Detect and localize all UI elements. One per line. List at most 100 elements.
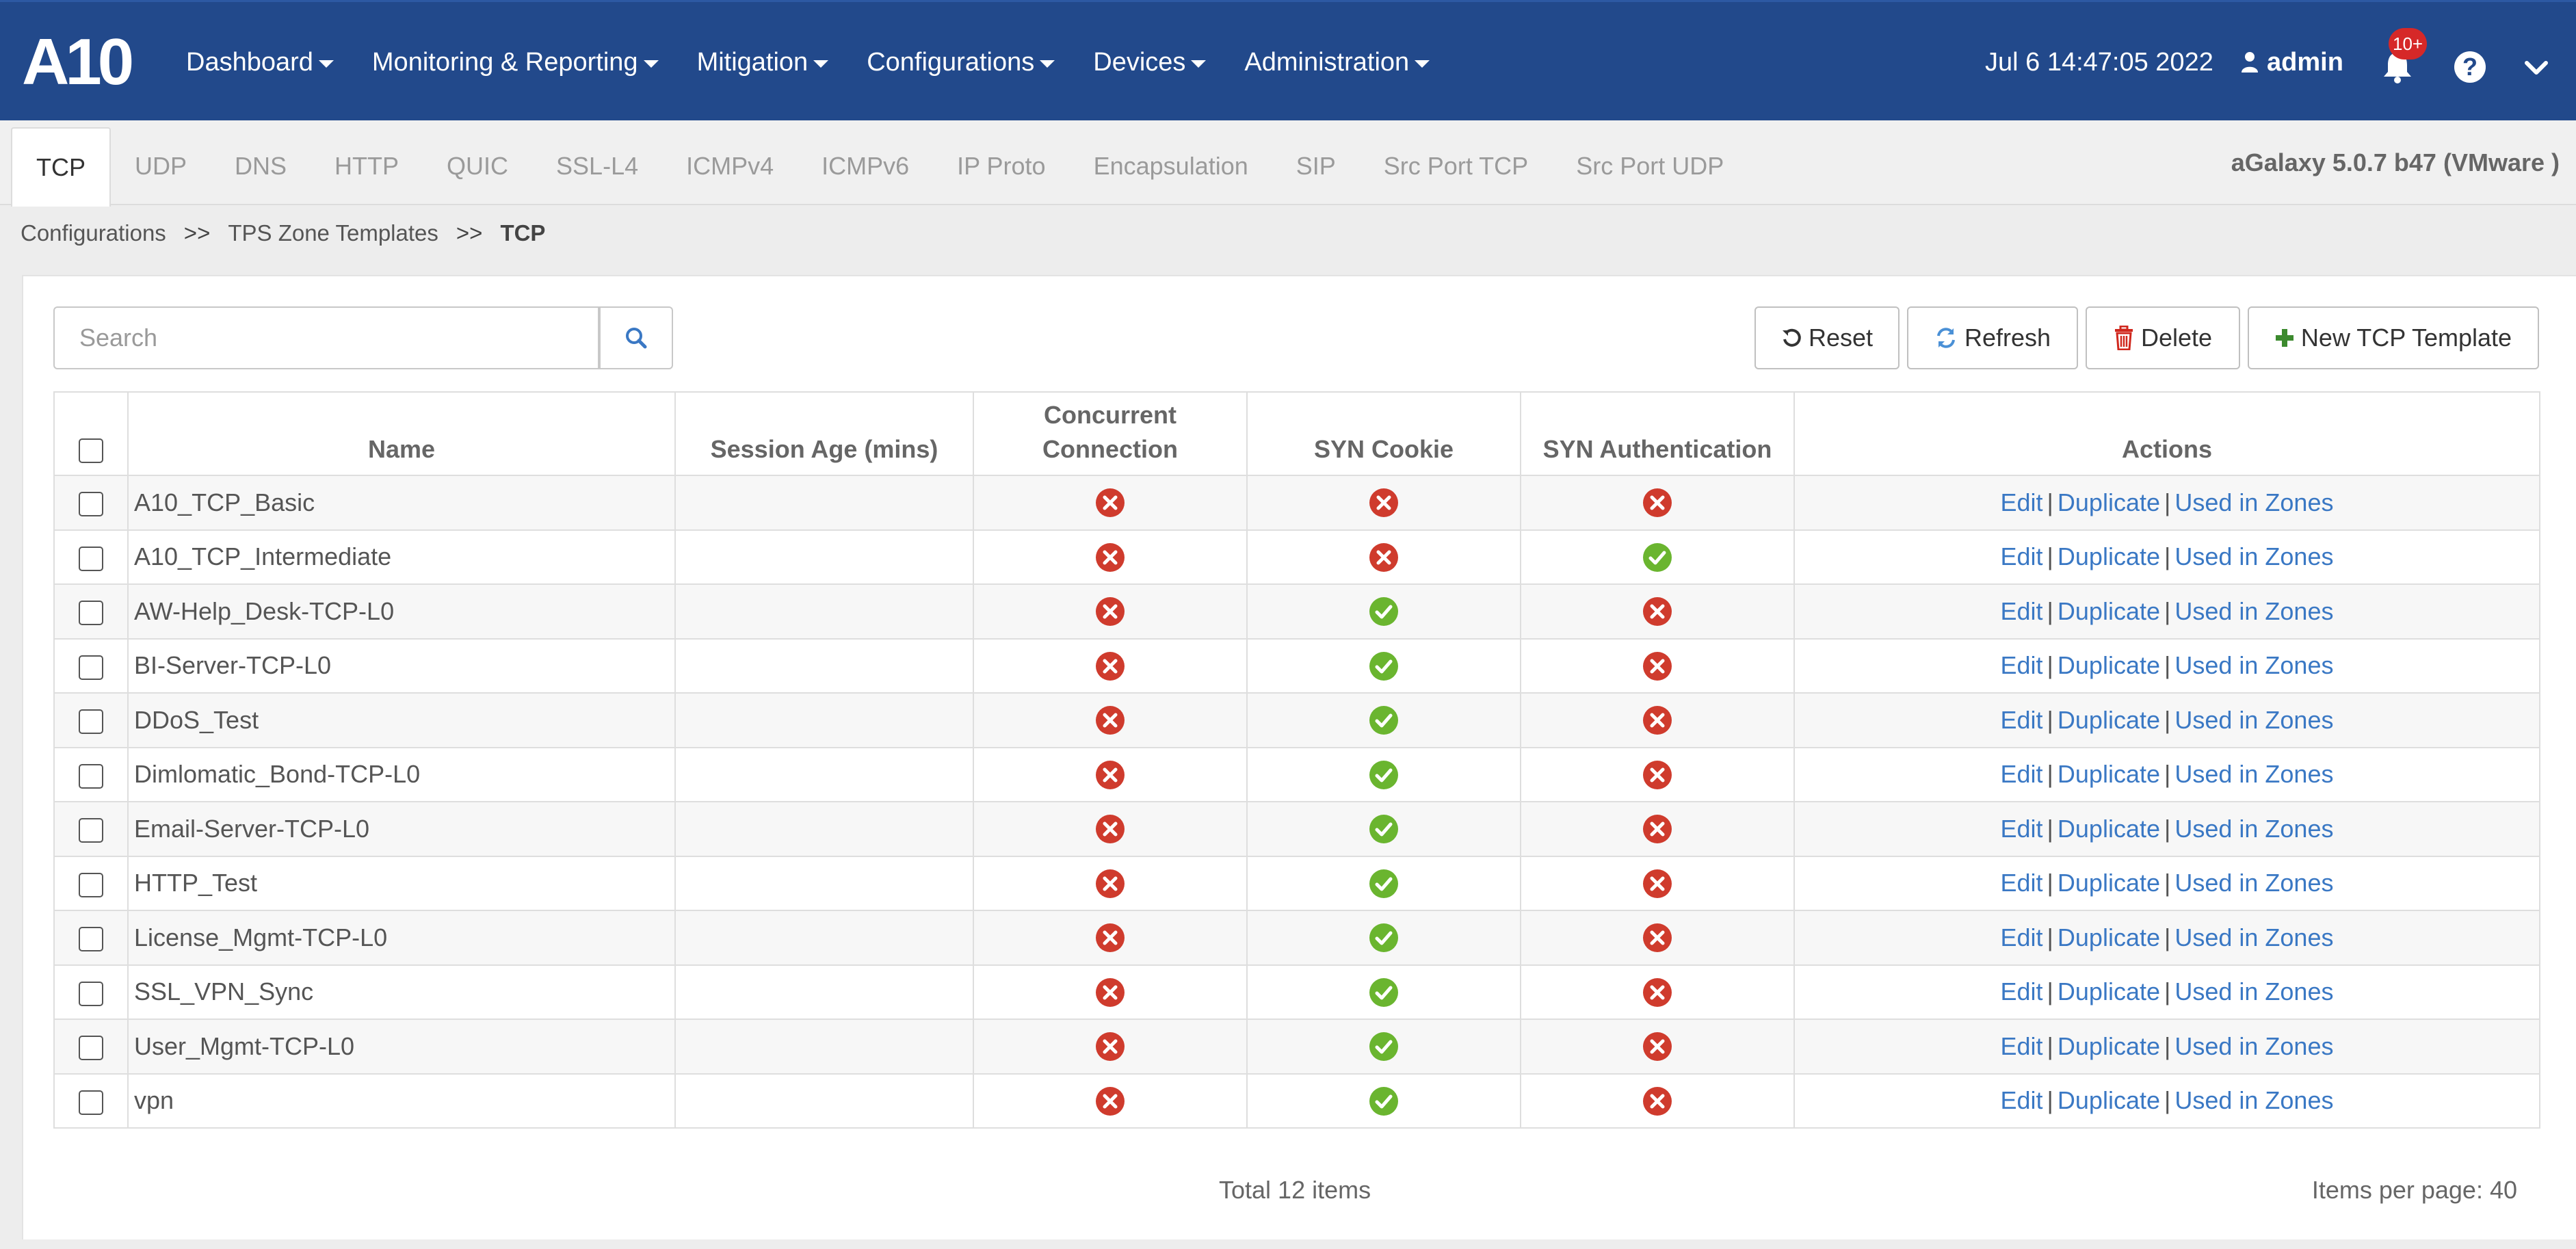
duplicate-link[interactable]: Duplicate	[2058, 760, 2160, 788]
menu-dashboard[interactable]: Dashboard	[186, 48, 334, 77]
row-checkbox[interactable]	[79, 872, 103, 897]
header-session-age[interactable]: Session Age (mins)	[674, 391, 974, 476]
row-checkbox[interactable]	[79, 709, 103, 735]
edit-link[interactable]: Edit	[2001, 488, 2043, 516]
tab-encapsulation[interactable]: Encapsulation	[1070, 127, 1272, 205]
used-in-zones-link[interactable]: Used in Zones	[2174, 760, 2333, 788]
used-in-zones-link[interactable]: Used in Zones	[2174, 977, 2333, 1005]
user-menu[interactable]: admin	[2241, 2, 2343, 122]
edit-link[interactable]: Edit	[2001, 869, 2043, 897]
template-name: DDoS_Test	[127, 692, 676, 748]
caret-down-icon	[1415, 60, 1430, 68]
menu-configurations[interactable]: Configurations	[867, 48, 1055, 77]
edit-link[interactable]: Edit	[2001, 1032, 2043, 1060]
tab-icmpv4[interactable]: ICMPv4	[662, 127, 798, 205]
duplicate-link[interactable]: Duplicate	[2058, 923, 2160, 951]
session-age	[674, 910, 974, 966]
row-select-cell	[53, 801, 129, 857]
duplicate-link[interactable]: Duplicate	[2058, 651, 2160, 679]
edit-link[interactable]: Edit	[2001, 651, 2043, 679]
row-checkbox[interactable]	[79, 927, 103, 952]
row-actions: Edit | Duplicate | Used in Zones	[1793, 746, 2540, 802]
tab-ip-proto[interactable]: IP Proto	[933, 127, 1069, 205]
select-all-checkbox[interactable]	[79, 438, 103, 464]
menu-mitigation[interactable]: Mitigation	[697, 48, 829, 77]
edit-link[interactable]: Edit	[2001, 760, 2043, 788]
main-menu: Dashboard Monitoring & Reporting Mitigatio…	[186, 2, 1468, 122]
header-name[interactable]: Name	[127, 391, 676, 476]
edit-link[interactable]: Edit	[2001, 977, 2043, 1005]
duplicate-link[interactable]: Duplicate	[2058, 542, 2160, 570]
duplicate-link[interactable]: Duplicate	[2058, 1032, 2160, 1060]
new-tcp-template-button[interactable]: New TCP Template	[2248, 306, 2539, 369]
menu-monitoring-reporting[interactable]: Monitoring & Reporting	[372, 48, 659, 77]
edit-link[interactable]: Edit	[2001, 706, 2043, 734]
duplicate-link[interactable]: Duplicate	[2058, 597, 2160, 625]
row-checkbox[interactable]	[79, 981, 103, 1006]
tab-ssl-l4[interactable]: SSL-L4	[532, 127, 662, 205]
edit-link[interactable]: Edit	[2001, 1086, 2043, 1114]
help-icon[interactable]: ?	[2454, 51, 2486, 83]
used-in-zones-link[interactable]: Used in Zones	[2174, 706, 2333, 734]
concurrent-connection-status	[973, 1073, 1248, 1129]
search-input[interactable]	[53, 306, 599, 369]
action-separator: |	[2164, 1031, 2171, 1060]
row-checkbox[interactable]	[79, 492, 103, 517]
row-checkbox[interactable]	[79, 655, 103, 680]
tab-icmpv6[interactable]: ICMPv6	[798, 127, 933, 205]
header-syn-cookie[interactable]: SYN Cookie	[1246, 391, 1521, 476]
edit-link[interactable]: Edit	[2001, 542, 2043, 570]
tab-tcp[interactable]: TCP	[11, 127, 111, 207]
row-checkbox[interactable]	[79, 1090, 103, 1115]
menu-devices[interactable]: Devices	[1093, 48, 1207, 77]
menu-administration[interactable]: Administration	[1244, 48, 1430, 77]
row-checkbox[interactable]	[79, 1036, 103, 1061]
x-circle-icon	[1643, 651, 1672, 681]
breadcrumb-configurations[interactable]: Configurations	[21, 220, 166, 246]
used-in-zones-link[interactable]: Used in Zones	[2174, 542, 2333, 570]
edit-link[interactable]: Edit	[2001, 815, 2043, 843]
used-in-zones-link[interactable]: Used in Zones	[2174, 488, 2333, 516]
tab-dns[interactable]: DNS	[211, 127, 311, 205]
breadcrumb-tps-zone-templates[interactable]: TPS Zone Templates	[228, 220, 438, 246]
reset-button[interactable]: Reset	[1754, 306, 1900, 369]
row-select-cell	[53, 746, 129, 802]
duplicate-link[interactable]: Duplicate	[2058, 488, 2160, 516]
tab-sip[interactable]: SIP	[1272, 127, 1360, 205]
tab-src-port-udp[interactable]: Src Port UDP	[1552, 127, 1748, 205]
used-in-zones-link[interactable]: Used in Zones	[2174, 923, 2333, 951]
items-per-page[interactable]: Items per page: 40	[2312, 1171, 2517, 1209]
used-in-zones-link[interactable]: Used in Zones	[2174, 651, 2333, 679]
delete-button[interactable]: Delete	[2086, 306, 2240, 369]
row-checkbox[interactable]	[79, 818, 103, 843]
edit-link[interactable]: Edit	[2001, 923, 2043, 951]
chevron-down-icon[interactable]	[2523, 54, 2550, 81]
used-in-zones-link[interactable]: Used in Zones	[2174, 1086, 2333, 1114]
used-in-zones-link[interactable]: Used in Zones	[2174, 815, 2333, 843]
search-button[interactable]	[599, 306, 673, 369]
syn-cookie-status	[1246, 583, 1521, 640]
row-checkbox[interactable]	[79, 546, 103, 571]
tab-http[interactable]: HTTP	[311, 127, 423, 205]
row-checkbox[interactable]	[79, 601, 103, 626]
header-syn-authentication[interactable]: SYN Authentication	[1520, 391, 1795, 476]
tab-quic[interactable]: QUIC	[423, 127, 532, 205]
tab-udp[interactable]: UDP	[111, 127, 211, 205]
header-concurrent-connection[interactable]: Concurrent Connection	[973, 391, 1248, 476]
duplicate-link[interactable]: Duplicate	[2058, 706, 2160, 734]
concurrent-connection-status	[973, 910, 1248, 966]
row-checkbox[interactable]	[79, 763, 103, 789]
duplicate-link[interactable]: Duplicate	[2058, 977, 2160, 1005]
duplicate-link[interactable]: Duplicate	[2058, 1086, 2160, 1114]
refresh-button[interactable]: Refresh	[1907, 306, 2078, 369]
syn-cookie-status	[1246, 855, 1521, 911]
session-age	[674, 746, 974, 802]
tab-src-port-tcp[interactable]: Src Port TCP	[1360, 127, 1552, 205]
edit-link[interactable]: Edit	[2001, 597, 2043, 625]
duplicate-link[interactable]: Duplicate	[2058, 869, 2160, 897]
used-in-zones-link[interactable]: Used in Zones	[2174, 597, 2333, 625]
duplicate-link[interactable]: Duplicate	[2058, 815, 2160, 843]
used-in-zones-link[interactable]: Used in Zones	[2174, 1032, 2333, 1060]
used-in-zones-link[interactable]: Used in Zones	[2174, 869, 2333, 897]
a10-logo[interactable]: A10	[22, 32, 163, 91]
